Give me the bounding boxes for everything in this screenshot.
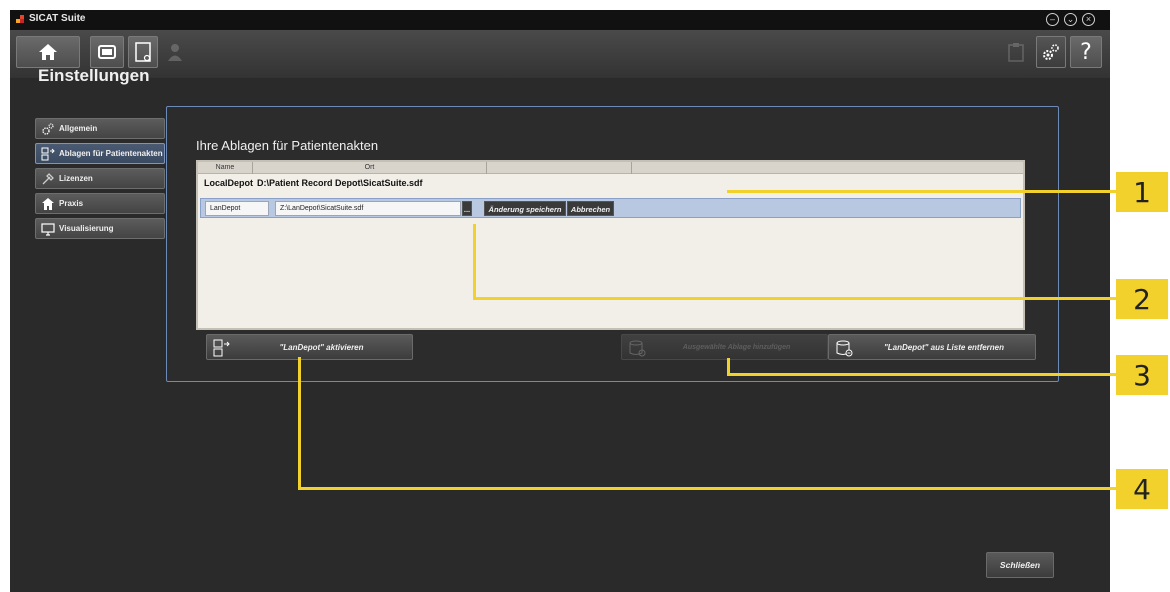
column-header-name[interactable]: Name [198, 162, 253, 174]
patient-records-icon [98, 45, 116, 59]
add-database-icon [628, 339, 646, 357]
table-header: Name Ort [198, 162, 1023, 174]
callout-badge-4: 4 [1116, 469, 1168, 509]
callout-line-1 [727, 190, 1116, 193]
section-title: Ihre Ablagen für Patientenakten [196, 138, 379, 153]
callout-badge-3: 3 [1116, 355, 1168, 395]
table-row-editing[interactable]: LanDepot Z:\LanDepot\SicatSuite.sdf ... … [200, 198, 1021, 218]
clipboard-icon [1008, 43, 1024, 62]
column-header-ort[interactable]: Ort [253, 162, 487, 174]
main-toolbar: ? [10, 30, 1110, 78]
sicat-logo-icon [16, 14, 26, 24]
callout-badge-1: 1 [1116, 172, 1168, 212]
app-title-text: SICAT Suite [29, 13, 86, 24]
clipboard-button[interactable] [1002, 36, 1030, 68]
close-button[interactable]: Schließen [986, 552, 1054, 578]
sidebar-item-lizenzen[interactable]: Lizenzen [35, 168, 165, 189]
callout-line-2-vertical [473, 224, 476, 300]
remove-depot-label: "LanDepot" aus Liste entfernen [883, 342, 1005, 352]
sidebar-item-label: Ablagen für Patientenakten [59, 149, 163, 158]
house-icon [41, 197, 55, 211]
page-title: Einstellungen [38, 66, 150, 85]
activate-storage-icon [213, 339, 231, 357]
minimize-icon[interactable]: – [1046, 13, 1059, 26]
home-button[interactable] [16, 36, 80, 68]
key-icon [41, 172, 55, 186]
home-icon [39, 44, 57, 60]
add-depot-label: Ausgewählte Ablage hinzufügen [682, 343, 791, 351]
storage-icon [41, 147, 55, 161]
sidebar-item-visualisierung[interactable]: Visualisierung [35, 218, 165, 239]
depot-location-field[interactable]: Z:\LanDepot\SicatSuite.sdf [275, 201, 461, 216]
column-header-empty-2 [632, 162, 1023, 174]
sidebar-item-allgemein[interactable]: Allgemein [35, 118, 165, 139]
row-name: LocalDepot [204, 178, 254, 188]
help-icon: ? [1080, 39, 1092, 65]
patient-records-button[interactable] [90, 36, 124, 68]
title-bar: SICAT Suite – ⌄ × [10, 10, 1110, 30]
add-depot-button[interactable]: Ausgewählte Ablage hinzufügen [621, 334, 828, 360]
monitor-icon [41, 222, 55, 236]
settings-button[interactable] [1036, 36, 1066, 68]
cancel-button[interactable]: Abbrechen [567, 201, 614, 216]
user-button[interactable] [162, 36, 188, 68]
close-icon[interactable]: × [1082, 13, 1095, 26]
sidebar-item-label: Praxis [59, 199, 84, 208]
browse-button[interactable]: ... [462, 201, 472, 216]
activate-depot-label: "LanDepot" aktivieren [279, 342, 364, 352]
remove-database-icon [835, 339, 853, 357]
sidebar-item-praxis[interactable]: Praxis [35, 193, 165, 214]
depot-table: Name Ort LocalDepot D:\Patient Record De… [196, 160, 1025, 330]
gears-icon [41, 122, 55, 136]
row-location: D:\Patient Record Depot\SicatSuite.sdf [257, 178, 423, 188]
new-document-button[interactable] [128, 36, 158, 68]
callout-line-3-horizontal [727, 373, 1116, 376]
sidebar-item-ablagen[interactable]: Ablagen für Patientenakten [35, 143, 165, 164]
activate-depot-button[interactable]: "LanDepot" aktivieren [206, 334, 413, 360]
callout-badge-2: 2 [1116, 279, 1168, 319]
remove-depot-button[interactable]: "LanDepot" aus Liste entfernen [828, 334, 1036, 360]
column-header-empty-1 [487, 162, 632, 174]
sidebar-item-label: Lizenzen [59, 174, 93, 183]
sidebar-item-label: Allgemein [59, 124, 98, 133]
new-document-icon [135, 42, 151, 62]
user-icon [168, 44, 182, 61]
callout-line-2-horizontal [473, 297, 1116, 300]
callout-line-4-horizontal [298, 487, 1116, 490]
restore-icon[interactable]: ⌄ [1064, 13, 1077, 26]
app-title: SICAT Suite [16, 13, 85, 24]
help-button[interactable]: ? [1070, 36, 1102, 68]
settings-icon [1043, 44, 1059, 60]
sidebar-item-label: Visualisierung [59, 224, 114, 233]
callout-line-4-vertical [298, 357, 301, 490]
depot-name-field[interactable]: LanDepot [205, 201, 269, 216]
save-changes-button[interactable]: Änderung speichern [484, 201, 566, 216]
